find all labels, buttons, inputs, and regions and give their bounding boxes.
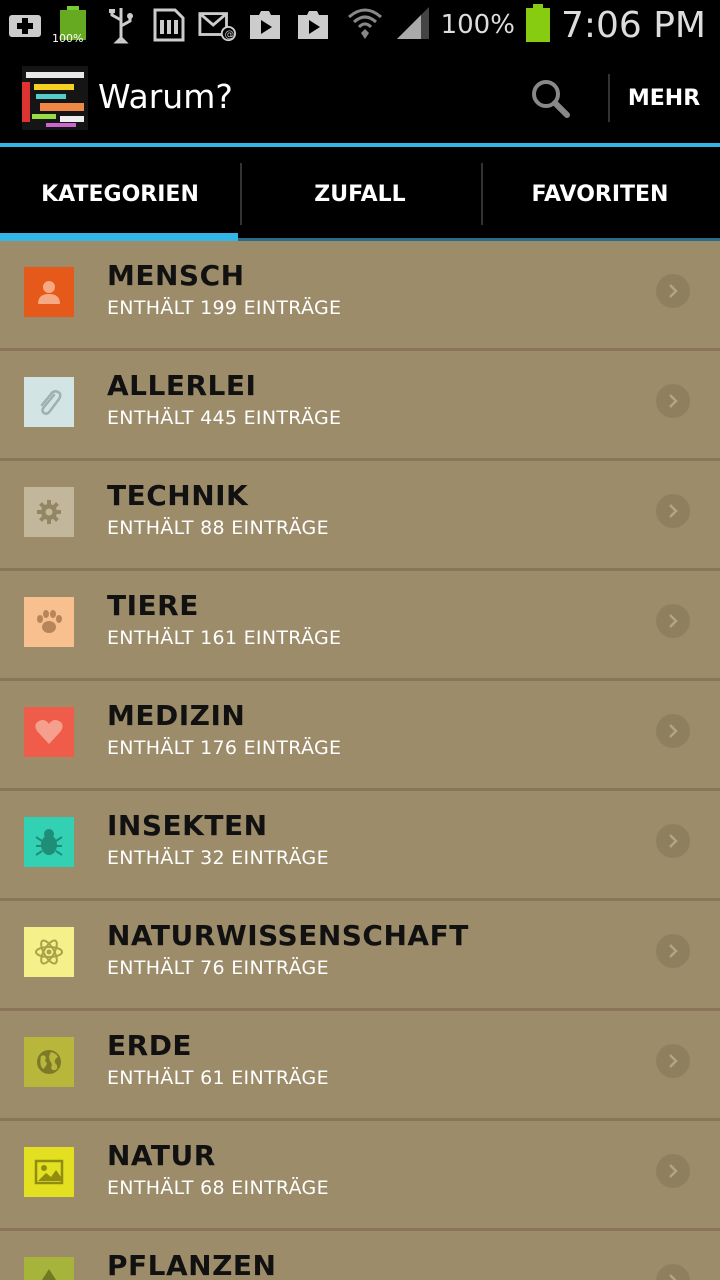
chevron-right-icon[interactable] bbox=[656, 714, 690, 748]
status-indicators: 100% 7:06 PM bbox=[345, 0, 706, 50]
category-list: MENSCH ENTHÄLT 199 EINTRÄGE ALLERLEI ENT… bbox=[0, 241, 720, 1280]
category-icon-box bbox=[24, 1037, 74, 1087]
battery-percent: 100% bbox=[440, 10, 515, 40]
atom-icon bbox=[35, 939, 63, 965]
category-count: ENTHÄLT 88 EINTRÄGE bbox=[107, 517, 329, 539]
heart-icon bbox=[35, 720, 63, 744]
app-title: Warum? bbox=[98, 77, 233, 116]
category-count: ENTHÄLT 176 EINTRÄGE bbox=[107, 737, 342, 759]
category-count: ENTHÄLT 68 EINTRÄGE bbox=[107, 1177, 329, 1199]
category-row-tiere[interactable]: TIERE ENTHÄLT 161 EINTRÄGE bbox=[0, 571, 720, 681]
chevron-right-icon[interactable] bbox=[656, 934, 690, 968]
category-row-medizin[interactable]: MEDIZIN ENTHÄLT 176 EINTRÄGE bbox=[0, 681, 720, 791]
category-icon-box bbox=[24, 267, 74, 317]
category-row-technik[interactable]: TECHNIK ENTHÄLT 88 EINTRÄGE bbox=[0, 461, 720, 571]
category-count: ENTHÄLT 61 EINTRÄGE bbox=[107, 1067, 329, 1089]
chevron-right-icon[interactable] bbox=[656, 384, 690, 418]
tab-favoriten[interactable]: FAVORITEN bbox=[480, 147, 720, 241]
category-row-erde[interactable]: ERDE ENTHÄLT 61 EINTRÄGE bbox=[0, 1011, 720, 1121]
category-row-insekten[interactable]: INSEKTEN ENTHÄLT 32 EINTRÄGE bbox=[0, 791, 720, 901]
leaf-icon bbox=[41, 1269, 57, 1280]
category-icon-box bbox=[24, 487, 74, 537]
globe-icon bbox=[37, 1050, 61, 1074]
picture-icon bbox=[34, 1159, 64, 1185]
action-bar-divider bbox=[608, 74, 610, 122]
app-logo-icon[interactable] bbox=[22, 66, 88, 130]
category-name: INSEKTEN bbox=[107, 809, 268, 842]
category-row-natur[interactable]: NATUR ENTHÄLT 68 EINTRÄGE bbox=[0, 1121, 720, 1231]
category-count: ENTHÄLT 76 EINTRÄGE bbox=[107, 957, 329, 979]
category-icon-box bbox=[24, 927, 74, 977]
wifi-icon bbox=[345, 3, 385, 47]
chevron-right-icon[interactable] bbox=[656, 604, 690, 638]
more-button[interactable]: MEHR bbox=[614, 72, 714, 124]
battery-icon bbox=[525, 4, 551, 46]
search-icon bbox=[532, 80, 570, 118]
email-icon: @ bbox=[198, 6, 236, 44]
chevron-right-icon[interactable] bbox=[656, 274, 690, 308]
battery-percent-label: 100% bbox=[52, 32, 84, 45]
chevron-right-icon[interactable] bbox=[656, 1154, 690, 1188]
category-count: ENTHÄLT 161 EINTRÄGE bbox=[107, 627, 342, 649]
status-bar: 100% @ 100% 7:06 PM bbox=[0, 0, 720, 50]
tab-kategorien[interactable]: KATEGORIEN bbox=[0, 147, 240, 241]
notification-icons: 100% @ bbox=[6, 6, 332, 45]
sd-card-icon bbox=[150, 6, 188, 44]
category-name: ALLERLEI bbox=[107, 369, 257, 402]
tab-zufall[interactable]: ZUFALL bbox=[240, 147, 480, 241]
category-icon-box bbox=[24, 1147, 74, 1197]
chevron-right-icon[interactable] bbox=[656, 1044, 690, 1078]
category-name: MEDIZIN bbox=[107, 699, 246, 732]
category-row-pflanzen[interactable]: PFLANZEN bbox=[0, 1231, 720, 1280]
bug-icon bbox=[35, 829, 63, 856]
svg-text:@: @ bbox=[225, 29, 235, 40]
category-name: MENSCH bbox=[107, 259, 245, 292]
category-count: ENTHÄLT 32 EINTRÄGE bbox=[107, 847, 329, 869]
battery-full-icon: 100% bbox=[52, 6, 92, 45]
chevron-right-icon[interactable] bbox=[656, 824, 690, 858]
add-notification-icon bbox=[6, 6, 44, 44]
paw-icon bbox=[37, 610, 62, 633]
chevron-right-icon[interactable] bbox=[656, 1264, 690, 1280]
category-name: PFLANZEN bbox=[107, 1249, 277, 1280]
person-icon bbox=[38, 281, 60, 304]
category-name: ERDE bbox=[107, 1029, 193, 1062]
category-icon-box bbox=[24, 377, 74, 427]
gear-icon bbox=[37, 500, 61, 524]
paperclip-icon bbox=[40, 390, 62, 415]
tab-selected-indicator bbox=[0, 233, 238, 241]
category-icon-box bbox=[24, 597, 74, 647]
category-name: NATURWISSENSCHAFT bbox=[107, 919, 469, 952]
search-button[interactable] bbox=[522, 72, 578, 124]
chevron-right-icon[interactable] bbox=[656, 494, 690, 528]
category-name: TIERE bbox=[107, 589, 199, 622]
category-row-naturwissenschaft[interactable]: NATURWISSENSCHAFT ENTHÄLT 76 EINTRÄGE bbox=[0, 901, 720, 1011]
category-name: NATUR bbox=[107, 1139, 216, 1172]
category-icon-box bbox=[24, 1257, 74, 1280]
signal-icon bbox=[395, 5, 431, 45]
category-row-allerlei[interactable]: ALLERLEI ENTHÄLT 445 EINTRÄGE bbox=[0, 351, 720, 461]
category-count: ENTHÄLT 445 EINTRÄGE bbox=[107, 407, 342, 429]
category-name: TECHNIK bbox=[107, 479, 249, 512]
category-row-mensch[interactable]: MENSCH ENTHÄLT 199 EINTRÄGE bbox=[0, 241, 720, 351]
play-store-icon-2 bbox=[294, 6, 332, 44]
clock: 7:06 PM bbox=[560, 4, 706, 46]
action-bar: Warum? MEHR bbox=[0, 50, 720, 144]
category-icon-box bbox=[24, 707, 74, 757]
category-icon-box bbox=[24, 817, 74, 867]
category-count: ENTHÄLT 199 EINTRÄGE bbox=[107, 297, 342, 319]
tab-bar: KATEGORIEN ZUFALL FAVORITEN bbox=[0, 147, 720, 241]
play-store-icon bbox=[246, 6, 284, 44]
usb-icon bbox=[102, 6, 140, 44]
